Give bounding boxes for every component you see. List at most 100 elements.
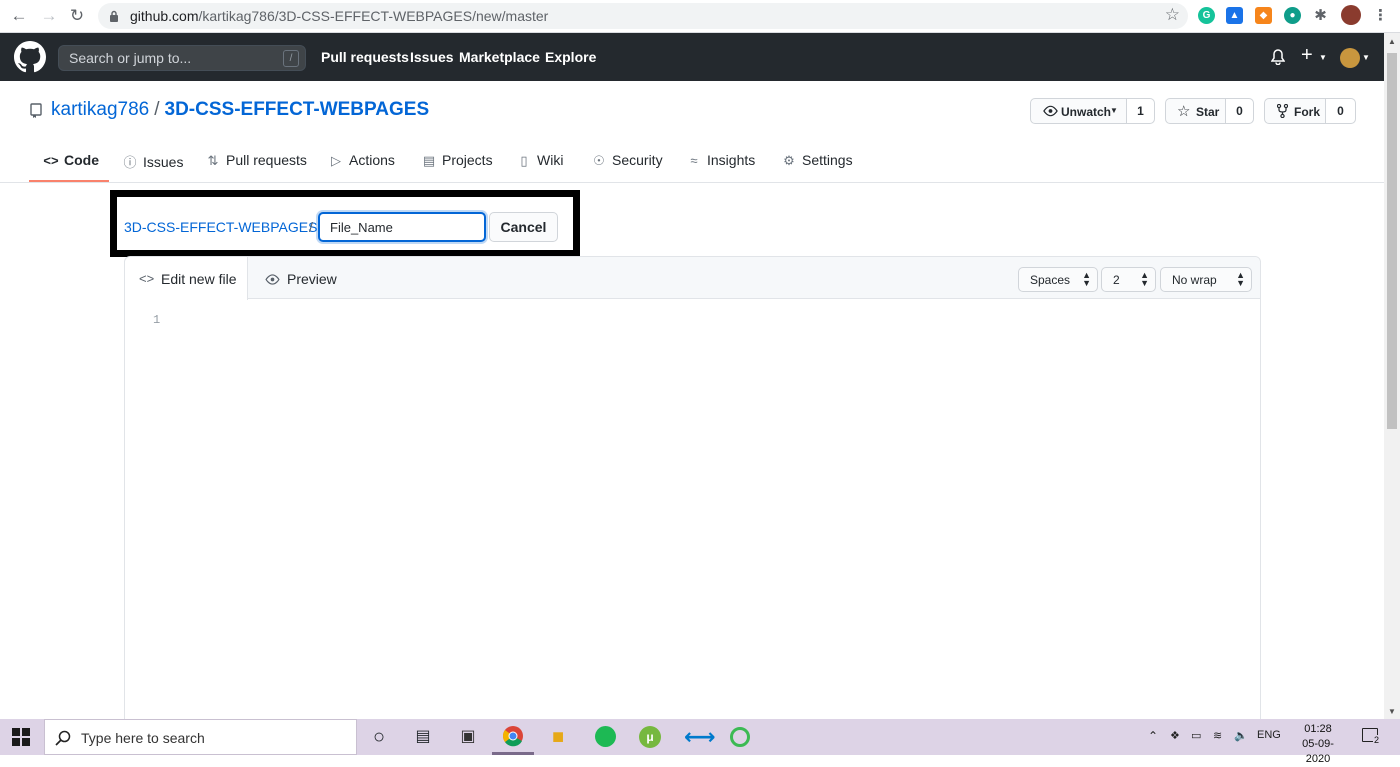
git-pull-request-icon: ⇅ <box>207 153 219 168</box>
taskbar-search-input[interactable]: Type here to search <box>44 719 357 755</box>
scroll-up-arrow-icon[interactable]: ▲ <box>1388 37 1396 46</box>
file-editor: <> Edit new file Preview Spaces ▲ ▼ 2 ▲ ▼ … <box>124 256 1261 726</box>
tab-insights[interactable]: ≈ Insights <box>686 152 755 168</box>
url-text: github.com/kartikag786/3D-CSS-EFFECT-WEB… <box>130 8 549 24</box>
play-icon: ▷ <box>331 153 341 168</box>
wrap-mode-select[interactable]: No wrap ▲ ▼ <box>1160 267 1252 292</box>
browser-toolbar: ← → ↻ github.com/kartikag786/3D-CSS-EFFE… <box>0 0 1400 33</box>
bell-icon[interactable] <box>1271 49 1285 65</box>
unwatch-button[interactable]: Unwatch ▼ 1 <box>1030 98 1155 124</box>
filename-input[interactable] <box>318 212 486 242</box>
windows-taskbar: Type here to search ○ ▤ ▣ ■ μ ⟷ ⌃ ❖ ▭ ≋ … <box>0 719 1400 765</box>
tab-code[interactable]: <> Code <box>43 152 99 168</box>
tab-projects[interactable]: ▤ Projects <box>421 152 493 169</box>
profile-avatar[interactable] <box>1341 5 1361 25</box>
puzzle-icon[interactable]: ✱ <box>1312 7 1329 24</box>
search-shortcut-key: / <box>283 50 299 67</box>
scroll-down-arrow-icon[interactable]: ▼ <box>1388 707 1396 716</box>
taskbar-clock[interactable]: 01:28 05-09-2020 <box>1290 722 1346 767</box>
bookmark-star-icon[interactable]: ☆ <box>1165 5 1180 25</box>
nav-explore[interactable]: Explore <box>545 49 596 65</box>
star-icon: ☆ <box>1177 103 1191 120</box>
star-button[interactable]: ☆ Star 0 <box>1165 98 1254 124</box>
repo-tabs: <> Code ⓘ Issues ⇅ Pull requests ▷ Actions ▤… <box>0 140 1384 183</box>
extension-icon[interactable]: ▲ <box>1226 7 1243 24</box>
fork-icon <box>1277 104 1288 118</box>
scroll-thumb[interactable] <box>1387 53 1397 429</box>
tab-preview[interactable]: Preview <box>248 257 348 299</box>
chrome-icon[interactable] <box>501 725 525 749</box>
forward-arrow-icon[interactable]: → <box>36 4 62 28</box>
tab-settings[interactable]: ⚙ Settings <box>781 152 852 169</box>
nav-pull-requests[interactable]: Pull requests <box>321 49 409 65</box>
eye-icon <box>265 274 280 285</box>
tab-actions[interactable]: ▷ Actions <box>328 152 395 169</box>
extension-icon[interactable]: ● <box>1284 7 1301 24</box>
editor-toolbar: <> Edit new file Preview Spaces ▲ ▼ 2 ▲ ▼ … <box>125 257 1260 300</box>
store-bag-icon[interactable]: ▣ <box>456 725 480 749</box>
tab-wiki[interactable]: ▯ Wiki <box>516 152 563 169</box>
language-indicator[interactable]: ENG <box>1257 729 1281 741</box>
github-logo-icon[interactable] <box>14 41 46 73</box>
user-avatar[interactable] <box>1340 48 1360 68</box>
file-explorer-icon[interactable]: ■ <box>546 725 570 749</box>
app-ring-icon[interactable] <box>728 725 752 749</box>
github-header: Search or jump to... / Pull requests Iss… <box>0 33 1384 81</box>
volume-icon[interactable]: 🔈 <box>1234 729 1248 742</box>
github-search-input[interactable]: Search or jump to... / <box>58 45 306 71</box>
nav-marketplace[interactable]: Marketplace <box>459 49 540 65</box>
graph-icon: ≈ <box>690 153 698 168</box>
fork-count[interactable]: 0 <box>1325 99 1355 123</box>
tab-issues[interactable]: ⓘ Issues <box>122 152 183 171</box>
chevron-down-icon: ▼ <box>1110 106 1118 115</box>
gear-icon: ⚙ <box>783 153 795 168</box>
metamask-icon[interactable]: ◆ <box>1255 7 1272 24</box>
code-area[interactable] <box>175 301 1255 721</box>
create-new-plus-icon[interactable]: + <box>1301 44 1313 67</box>
task-view-icon[interactable]: ▤ <box>411 725 435 749</box>
select-arrows-icon: ▲ ▼ <box>1140 270 1149 288</box>
breadcrumb-repo-link[interactable]: 3D-CSS-EFFECT-WEBPAGES <box>124 219 317 235</box>
notification-count-badge: 2 <box>1373 735 1381 745</box>
back-arrow-icon[interactable]: ← <box>6 4 32 28</box>
indent-size-select[interactable]: 2 ▲ ▼ <box>1101 267 1156 292</box>
spotify-icon[interactable] <box>593 725 617 749</box>
reload-icon[interactable]: ↻ <box>64 4 90 28</box>
dropbox-icon[interactable]: ❖ <box>1170 729 1180 742</box>
tray-chevron-up-icon[interactable]: ⌃ <box>1148 729 1158 743</box>
project-icon: ▤ <box>422 153 436 168</box>
repo-owner-link[interactable]: kartikag786 <box>51 99 149 120</box>
fork-button[interactable]: Fork 0 <box>1264 98 1356 124</box>
eye-icon <box>1043 105 1058 117</box>
battery-icon[interactable]: ▭ <box>1191 729 1201 742</box>
windows-start-icon[interactable] <box>12 728 30 746</box>
cancel-button[interactable]: Cancel <box>489 212 558 242</box>
shield-icon: ☉ <box>593 153 605 168</box>
vscode-icon[interactable]: ⟷ <box>684 725 716 749</box>
tab-edit-new-file[interactable]: <> Edit new file <box>125 257 248 300</box>
watch-count[interactable]: 1 <box>1126 99 1154 123</box>
page-scrollbar[interactable]: ▲ ▼ <box>1384 33 1400 719</box>
active-tab-underline <box>29 180 109 182</box>
code-icon: <> <box>43 153 59 168</box>
tab-security[interactable]: ☉ Security <box>591 152 662 169</box>
nav-issues[interactable]: Issues <box>410 49 454 65</box>
chevron-down-icon: ▼ <box>1319 53 1327 62</box>
repo-title: kartikag786/3D-CSS-EFFECT-WEBPAGES <box>51 99 430 120</box>
search-icon <box>55 730 71 746</box>
breadcrumb-separator: / <box>309 219 313 235</box>
star-count[interactable]: 0 <box>1225 99 1253 123</box>
code-icon: <> <box>139 271 155 286</box>
tab-pull-requests[interactable]: ⇅ Pull requests <box>205 152 307 169</box>
select-arrows-icon: ▲ ▼ <box>1082 270 1091 288</box>
menu-kebab-icon[interactable]: ⋮ <box>1372 7 1389 24</box>
repo-name-link[interactable]: 3D-CSS-EFFECT-WEBPAGES <box>165 99 430 120</box>
line-number: 1 <box>153 313 161 327</box>
address-bar[interactable]: github.com/kartikag786/3D-CSS-EFFECT-WEB… <box>98 3 1188 29</box>
wifi-icon[interactable]: ≋ <box>1213 729 1222 742</box>
utorrent-icon[interactable]: μ <box>638 725 662 749</box>
indent-mode-select[interactable]: Spaces ▲ ▼ <box>1018 267 1098 292</box>
chevron-down-icon: ▼ <box>1362 53 1370 62</box>
grammarly-icon[interactable]: G <box>1198 7 1215 24</box>
cortana-circle-icon[interactable]: ○ <box>367 725 391 749</box>
